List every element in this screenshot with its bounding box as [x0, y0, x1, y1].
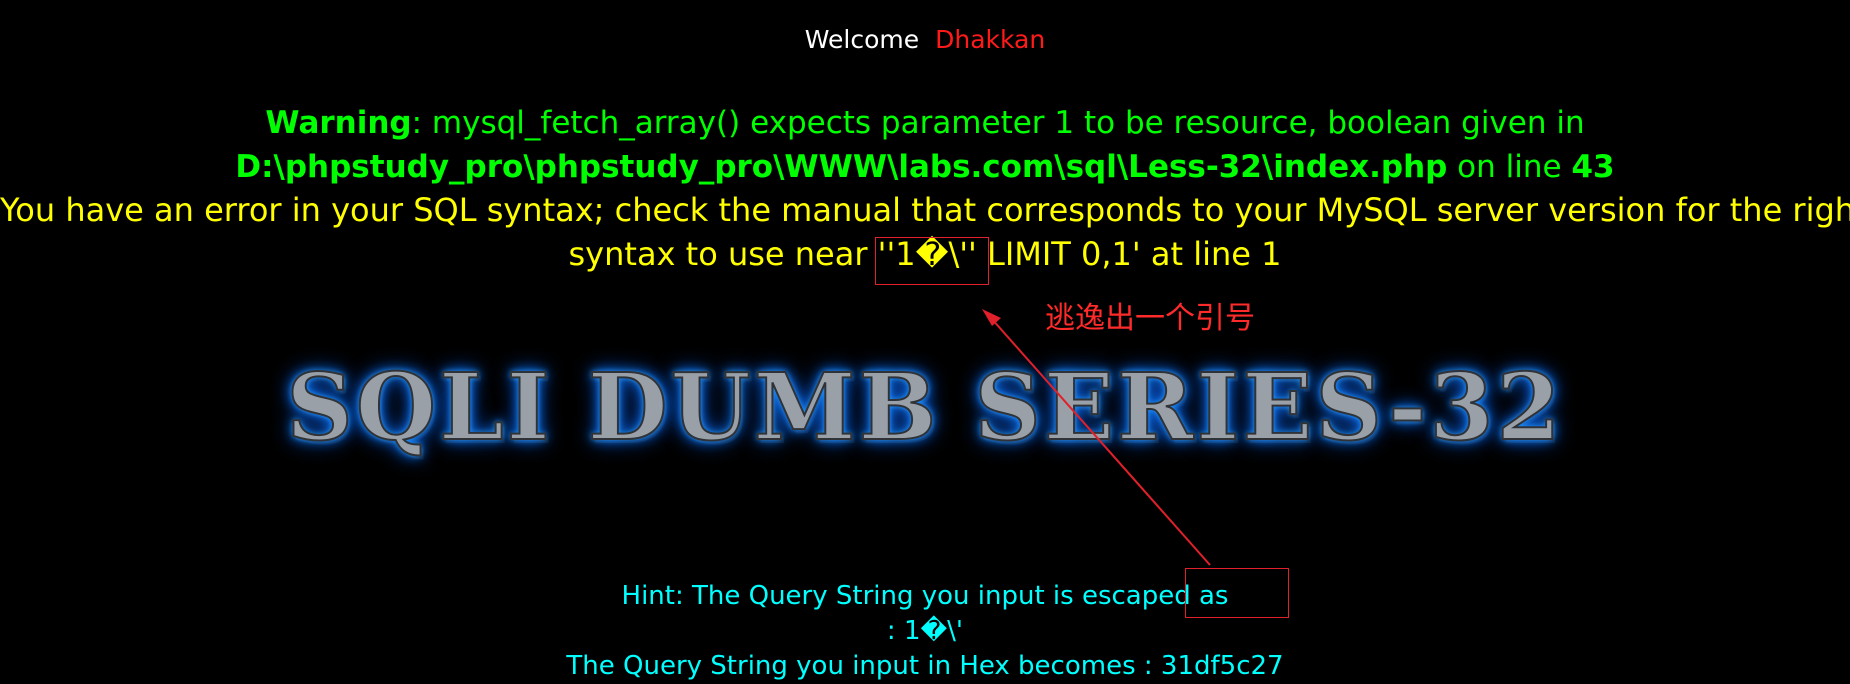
hint-escaped-value: : 1�\' — [886, 616, 964, 646]
sql-error-line-1: You have an error in your SQL syntax; ch… — [0, 191, 1850, 229]
hint-block: Hint: The Query String you input is esca… — [0, 579, 1850, 684]
highlight-box-sql — [875, 237, 989, 285]
hint-escaped-label: Hint: The Query String you input is esca… — [621, 581, 1229, 611]
warning-message: : mysql_fetch_array() expects parameter … — [411, 105, 1585, 141]
welcome-line: Welcome Dhakkan — [0, 22, 1850, 58]
php-warning: Warning: mysql_fetch_array() expects par… — [0, 101, 1850, 189]
annotation-text: 逃逸出一个引号 — [1045, 301, 1255, 336]
warning-label: Warning — [265, 105, 412, 141]
hint-line-2: The Query String you input in Hex become… — [566, 651, 1284, 681]
warning-line-number: 43 — [1571, 149, 1615, 185]
welcome-label: Welcome — [804, 25, 920, 54]
warning-on-line: on line — [1447, 149, 1572, 185]
sql-error-suffix: LIMIT 0,1' at line 1 — [976, 235, 1282, 273]
welcome-name: Dhakkan — [935, 25, 1046, 54]
series-banner: SQLI DUMB SERIES-32 — [285, 352, 1564, 462]
warning-line-1: Warning: mysql_fetch_array() expects par… — [0, 101, 1850, 145]
hint-line-1: Hint: The Query String you input is esca… — [0, 579, 1850, 649]
warning-line-2: D:\phpstudy_pro\phpstudy_pro\WWW\labs.co… — [0, 145, 1850, 189]
sql-error-prefix: syntax to use near — [568, 235, 878, 273]
warning-path: D:\phpstudy_pro\phpstudy_pro\WWW\labs.co… — [235, 149, 1448, 185]
highlight-box-hint — [1185, 568, 1289, 618]
